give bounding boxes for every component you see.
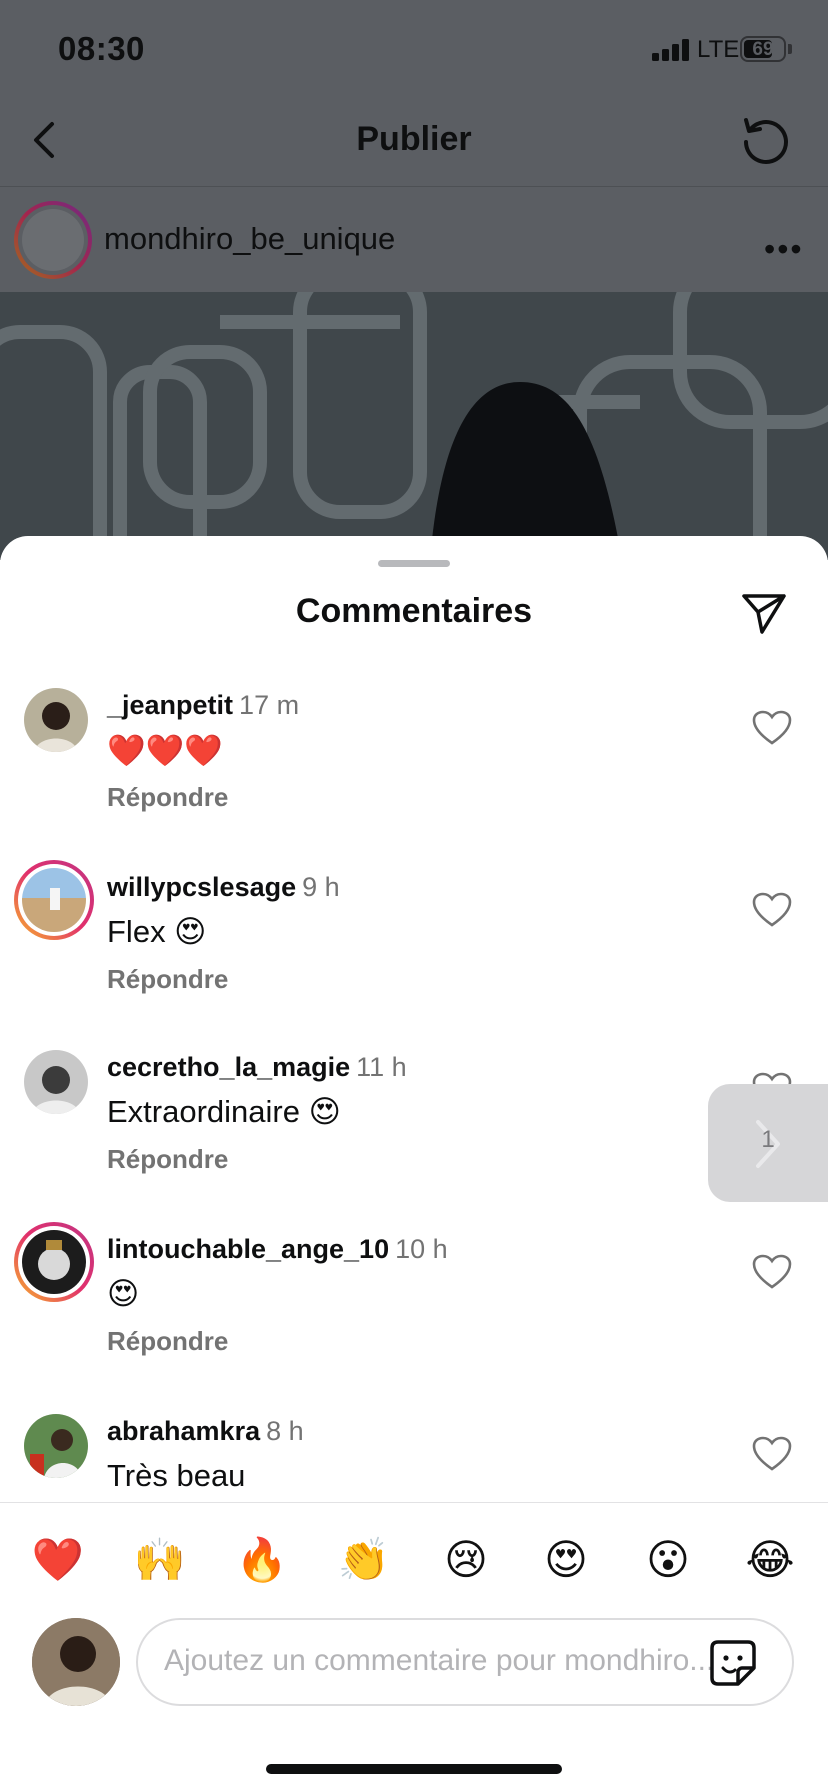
comment-text: Très beau: [107, 1458, 246, 1493]
comment-username[interactable]: abrahamkra: [107, 1416, 260, 1446]
comment-header: lintouchable_ange_10 10 h: [107, 1234, 448, 1265]
emoji-crying-button[interactable]: 😢: [436, 1530, 496, 1590]
page-title: Publier: [356, 120, 472, 158]
emoji-surprised-button[interactable]: 😮: [638, 1530, 698, 1590]
comment-time: 9 h: [302, 872, 340, 902]
comment-input-placeholder: Ajoutez un commentaire pour mondhiro...: [164, 1644, 715, 1677]
home-indicator[interactable]: [266, 1764, 562, 1774]
reply-button[interactable]: Répondre: [107, 782, 228, 813]
sheet-drag-handle[interactable]: [378, 560, 450, 567]
signal-icon: [652, 39, 692, 61]
comment-time: 11 h: [356, 1052, 407, 1082]
status-bar: 08:30 LTE 69: [0, 0, 828, 96]
reply-button[interactable]: Répondre: [107, 1326, 228, 1357]
share-icon[interactable]: [740, 590, 788, 638]
comment-username[interactable]: cecretho_la_magie: [107, 1052, 350, 1082]
comment-input[interactable]: Ajoutez un commentaire pour mondhiro...: [136, 1618, 794, 1706]
commenter-avatar[interactable]: [24, 688, 88, 752]
sheet-title: Commentaires: [295, 592, 533, 630]
comment-text: ❤️❤️❤️: [107, 733, 223, 768]
post-author-username[interactable]: mondhiro_be_unique: [104, 221, 395, 257]
commenter-avatar[interactable]: [14, 1222, 94, 1302]
emoji-heart-button[interactable]: ❤️: [28, 1530, 88, 1590]
comment-header: willypcslesage 9 h: [107, 872, 340, 903]
heart-like-icon[interactable]: [752, 1436, 792, 1472]
heart-like-icon[interactable]: [752, 1254, 792, 1290]
comment-header: _jeanpetit 17 m: [107, 690, 299, 721]
emoji-quick-bar: ❤️ 🙌 🔥 👏 😢 😍 😮 😂: [0, 1530, 828, 1590]
comment-item: abrahamkra 8 h Très beau: [0, 1414, 828, 1502]
comment-item: willypcslesage 9 h Flex 😍 Répondre: [0, 860, 828, 1040]
battery-level: 69: [752, 39, 774, 60]
comment-item: lintouchable_ange_10 10 h 😍 Répondre: [0, 1222, 828, 1402]
comment-item: _jeanpetit 17 m ❤️❤️❤️ Répondre: [0, 688, 828, 858]
status-time: 08:30: [58, 30, 145, 67]
commenter-avatar[interactable]: [14, 860, 94, 940]
emoji-raised-hands-button[interactable]: 🙌: [130, 1530, 190, 1590]
heart-like-icon[interactable]: [752, 892, 792, 928]
sticker-icon[interactable]: [708, 1638, 758, 1688]
network-label: LTE: [697, 36, 740, 63]
more-options-icon[interactable]: •••: [764, 231, 804, 268]
background-app: 08:30 LTE 69 Publier mondhiro_be_unique …: [0, 0, 828, 560]
emoji-heart-eyes-button[interactable]: 😍: [536, 1530, 596, 1590]
comment-header: abrahamkra 8 h: [107, 1416, 304, 1447]
reply-button[interactable]: Répondre: [107, 1144, 228, 1175]
refresh-icon[interactable]: [736, 112, 792, 168]
battery-nub: [788, 44, 792, 54]
comment-username[interactable]: _jeanpetit: [107, 690, 233, 720]
comment-time: 10 h: [395, 1234, 448, 1264]
emoji-laughing-button[interactable]: 😂: [740, 1530, 800, 1590]
battery-icon: 69: [740, 36, 786, 62]
comment-text: Extraordinaire 😍: [107, 1094, 341, 1129]
commenter-avatar[interactable]: [24, 1050, 88, 1114]
comment-header: cecretho_la_magie 11 h: [107, 1052, 407, 1083]
heart-like-icon[interactable]: [752, 710, 792, 746]
comment-username[interactable]: lintouchable_ange_10: [107, 1234, 389, 1264]
comment-username[interactable]: willypcslesage: [107, 872, 296, 902]
new-comments-count: 1: [761, 1126, 775, 1153]
comment-time: 17 m: [239, 690, 300, 720]
comment-text: 😍: [107, 1276, 140, 1311]
divider: [0, 1502, 828, 1503]
top-bar: Publier: [0, 96, 828, 187]
new-comments-badge[interactable]: 1: [708, 1084, 828, 1202]
reply-button[interactable]: Répondre: [107, 964, 228, 995]
comment-text: Flex 😍: [107, 914, 207, 949]
post-header: mondhiro_be_unique •••: [0, 187, 828, 291]
post-author-avatar[interactable]: [14, 201, 92, 279]
comment-item: cecretho_la_magie 11 h Extraordinaire 😍 R…: [0, 1050, 828, 1220]
commenter-avatar[interactable]: [24, 1414, 88, 1478]
emoji-clap-button[interactable]: 👏: [334, 1530, 394, 1590]
current-user-avatar: [32, 1618, 120, 1706]
emoji-fire-button[interactable]: 🔥: [232, 1530, 292, 1590]
post-photo: [0, 292, 828, 560]
comment-time: 8 h: [266, 1416, 304, 1446]
